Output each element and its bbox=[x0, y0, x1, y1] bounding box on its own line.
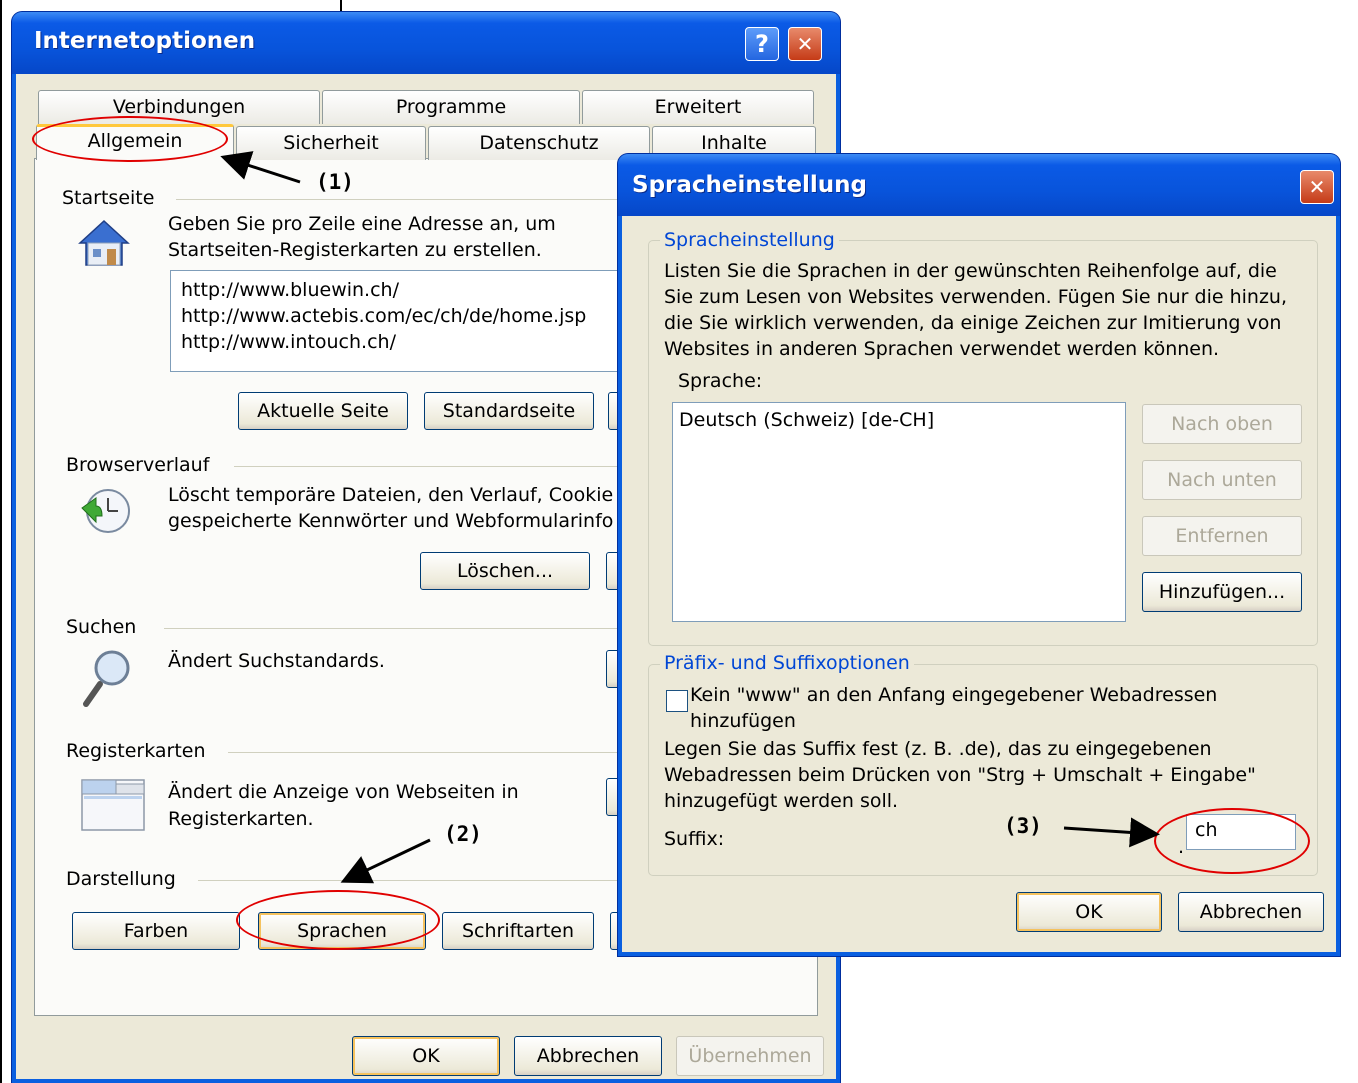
annotation-arrows bbox=[220, 151, 1160, 884]
annotation-label-2: (2) bbox=[444, 822, 482, 846]
annotation-label-1: (1) bbox=[316, 170, 354, 194]
annotation-label-3: (3) bbox=[1004, 814, 1042, 838]
